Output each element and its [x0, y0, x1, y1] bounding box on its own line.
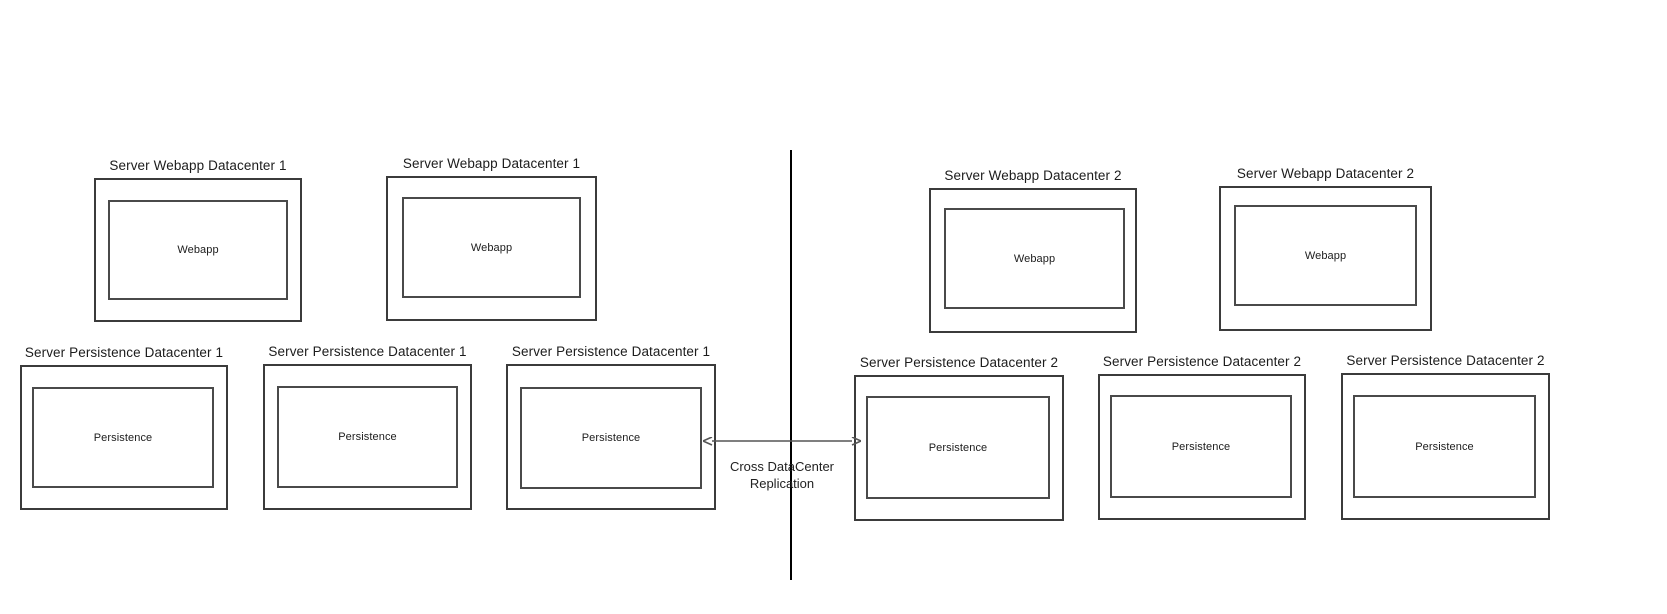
server-node-webapp-dc1-1[interactable]: Server Webapp Datacenter 1 Webapp [94, 158, 302, 322]
server-node-label: Server Webapp Datacenter 1 [402, 156, 581, 171]
server-inner-box[interactable]: Persistence [1353, 395, 1536, 498]
server-node-label: Server Webapp Datacenter 2 [1236, 166, 1415, 181]
server-inner-box[interactable]: Persistence [1110, 395, 1292, 498]
server-node-persistence-dc2-2[interactable]: Server Persistence Datacenter 2 Persisten… [1098, 354, 1306, 520]
server-node-label: Server Persistence Datacenter 2 [859, 355, 1059, 370]
server-component-label: Persistence [1171, 440, 1231, 453]
server-node-persistence-dc2-3[interactable]: Server Persistence Datacenter 2 Persisten… [1341, 353, 1550, 520]
server-component-label: Persistence [1415, 440, 1474, 453]
server-component-label: Webapp [1013, 252, 1056, 265]
diagram-canvas: Server Webapp Datacenter 1 Webapp Server W… [0, 0, 1667, 614]
replication-label-line1: Cross DataCenter [729, 459, 835, 474]
server-inner-box[interactable]: Webapp [402, 197, 581, 298]
server-component-label: Persistence [338, 431, 397, 443]
replication-label: Cross DataCenter Replication [632, 458, 932, 492]
server-node-label: Server Persistence Datacenter 1 [511, 344, 711, 359]
server-inner-box[interactable]: Webapp [108, 200, 288, 300]
server-node-webapp-dc1-2[interactable]: Server Webapp Datacenter 1 Webapp [386, 156, 597, 321]
server-inner-box[interactable]: Webapp [944, 208, 1125, 309]
cross-datacenter-replication-arrow [700, 429, 864, 453]
server-node-label: Server Webapp Datacenter 2 [944, 168, 1122, 183]
server-node-label: Server Persistence Datacenter 2 [1346, 353, 1545, 368]
server-node-persistence-dc1-2[interactable]: Server Persistence Datacenter 1 Persisten… [263, 344, 472, 510]
server-component-label: Persistence [93, 431, 153, 444]
server-component-label: Webapp [177, 244, 219, 256]
server-node-label: Server Webapp Datacenter 1 [109, 158, 287, 173]
server-inner-box[interactable]: Persistence [32, 387, 214, 488]
datacenter-divider [790, 150, 792, 580]
server-node-label: Server Persistence Datacenter 2 [1102, 354, 1302, 369]
server-node-persistence-dc2-1[interactable]: Server Persistence Datacenter 2 Persisten… [854, 355, 1064, 521]
server-node-label: Server Persistence Datacenter 1 [268, 344, 467, 359]
server-component-label: Webapp [1304, 249, 1347, 262]
server-component-label: Webapp [470, 241, 513, 254]
server-component-label: Persistence [928, 441, 988, 454]
server-node-label: Server Persistence Datacenter 1 [24, 345, 224, 360]
server-component-label: Persistence [581, 432, 641, 444]
server-node-webapp-dc2-1[interactable]: Server Webapp Datacenter 2 Webapp [929, 168, 1137, 333]
server-node-persistence-dc1-1[interactable]: Server Persistence Datacenter 1 Persisten… [20, 345, 228, 510]
server-inner-box[interactable]: Webapp [1234, 205, 1417, 306]
server-node-webapp-dc2-2[interactable]: Server Webapp Datacenter 2 Webapp [1219, 166, 1432, 331]
server-inner-box[interactable]: Persistence [277, 386, 458, 488]
replication-label-line2: Replication [749, 476, 815, 491]
